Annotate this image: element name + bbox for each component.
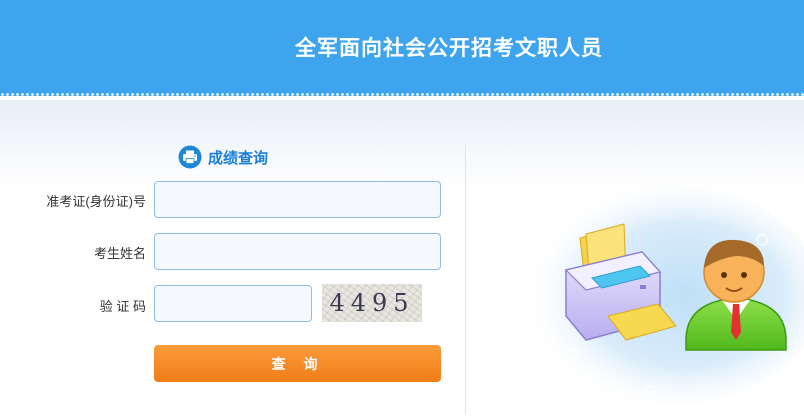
captcha-label: 验 证 码 [99,299,146,314]
captcha-input[interactable] [154,285,312,322]
query-button[interactable]: 查询 [154,345,441,382]
candidate-name-input[interactable] [154,233,441,270]
id-number-label: 准考证(身份证)号 [46,194,146,209]
captcha-text: 4495 [329,289,415,317]
page-title: 全军面向社会公开招考文职人员 [295,37,603,60]
header-dotted-border [0,92,804,100]
header-banner: 全军面向社会公开招考文职人员 [0,0,804,96]
printer-and-person-illustration [520,185,804,405]
captcha-image[interactable]: 4495 [322,284,422,322]
candidate-name-label: 考生姓名 [93,246,146,261]
printer-icon [178,145,202,169]
panel-heading: 成绩查询 [178,144,268,170]
panel-title: 成绩查询 [208,149,269,167]
id-number-input[interactable] [154,181,441,218]
vertical-divider [465,145,466,415]
